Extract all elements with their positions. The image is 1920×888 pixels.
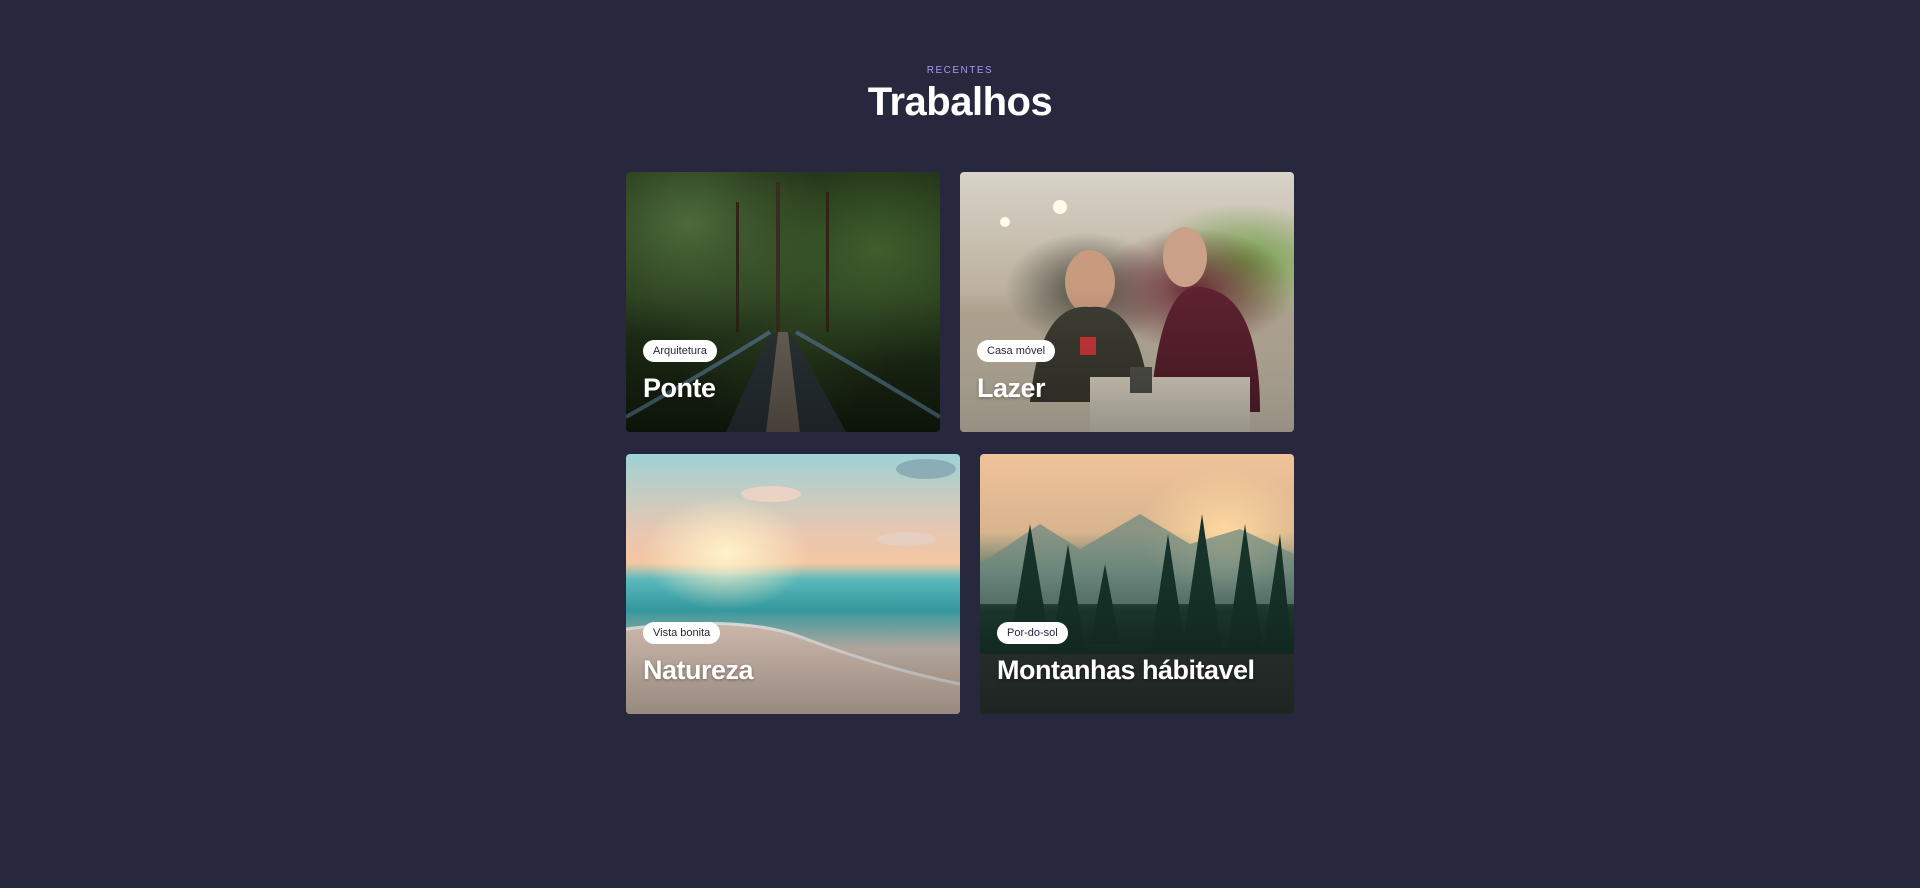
card-tag: Vista bonita xyxy=(643,622,721,644)
section-title: Trabalhos xyxy=(867,80,1053,124)
work-card-ponte[interactable]: Arquitetura Ponte xyxy=(626,172,940,432)
card-tag: Arquitetura xyxy=(643,340,717,362)
card-title: Montanhas hábitavel xyxy=(997,655,1255,685)
work-card-natureza[interactable]: Vista bonita Natureza xyxy=(626,454,960,714)
work-card-montanhas[interactable]: Por-do-sol Montanhas hábitavel xyxy=(980,454,1294,714)
work-card-lazer[interactable]: Casa móvel Lazer xyxy=(960,172,1294,432)
card-tag: Por-do-sol xyxy=(997,622,1068,644)
card-title: Lazer xyxy=(977,373,1046,403)
section-eyebrow: RECENTES xyxy=(926,65,994,76)
card-tag: Casa móvel xyxy=(977,340,1056,362)
card-title: Natureza xyxy=(643,655,754,685)
card-title: Ponte xyxy=(643,373,716,403)
